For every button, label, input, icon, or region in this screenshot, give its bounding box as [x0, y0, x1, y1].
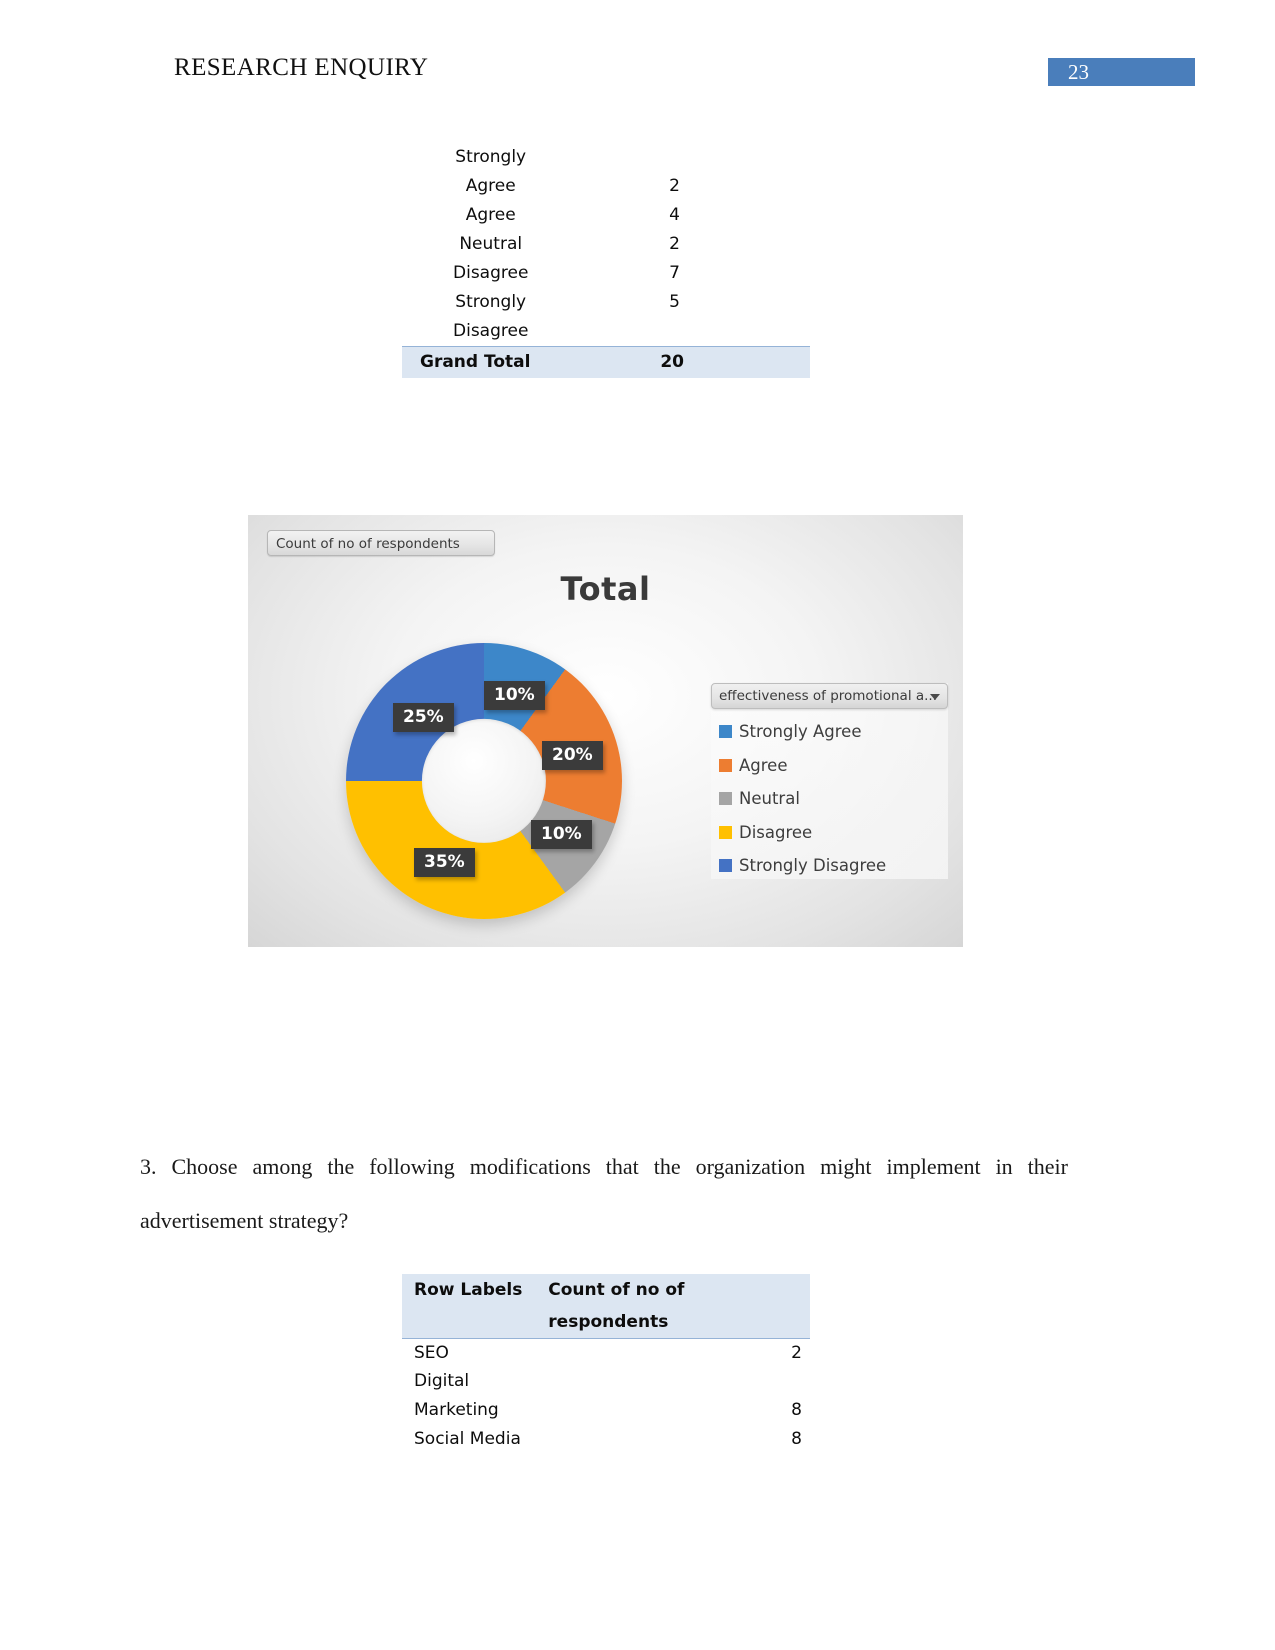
row-label: Social Media	[414, 1429, 521, 1449]
row-label-line1: Strongly	[455, 147, 527, 167]
row-value: 2	[791, 1343, 802, 1363]
legend-item[interactable]: Disagree	[719, 816, 944, 850]
legend-label: Disagree	[739, 822, 813, 842]
likert-pivot-table: Strongly Agree 2 Agree 4 Neutral 2 Disag…	[402, 143, 810, 378]
row-label-line1: Strongly	[455, 292, 527, 312]
row-label: Disagree	[453, 263, 529, 283]
page-number: 23	[1068, 60, 1089, 84]
legend-label: Strongly Disagree	[739, 856, 887, 876]
data-label-neutral: 10%	[531, 820, 592, 849]
grand-total-row: Grand Total 20	[402, 346, 810, 378]
legend-label: Neutral	[739, 789, 800, 809]
chart-value-field-button[interactable]: Count of no of respondents	[267, 530, 495, 556]
row-value: 7	[669, 263, 680, 283]
row-value-text: 5	[669, 292, 680, 312]
row-value-text: 2	[669, 176, 680, 196]
row-value-text: 8	[791, 1400, 802, 1420]
page-header: RESEARCH ENQUIRY 23	[0, 0, 1275, 110]
row-label: Agree	[465, 205, 516, 225]
question-paragraph: 3. Choose among the following modificati…	[140, 1154, 1068, 1233]
row-value-spacer	[567, 317, 680, 346]
row-value-spacer	[542, 1367, 802, 1396]
data-label-strongly-disagree: 25%	[393, 703, 454, 732]
legend-color-swatch	[719, 859, 732, 873]
data-label-agree: 20%	[542, 741, 603, 770]
table-row: SEO 2	[402, 1339, 810, 1368]
table-row: Social Media 8	[402, 1425, 810, 1453]
row-value: 5	[567, 288, 810, 347]
page-number-badge: 23	[1048, 58, 1195, 86]
table-row: Agree 4	[402, 201, 810, 230]
row-label: SEO	[414, 1343, 449, 1363]
table-row: Strongly Disagree 5	[402, 288, 810, 347]
legend-color-swatch	[719, 792, 732, 806]
legend-item[interactable]: Neutral	[719, 782, 944, 816]
data-label-strongly-agree: 10%	[484, 681, 545, 710]
legend-field-label: effectiveness of promotional a...	[719, 688, 938, 704]
data-label-disagree: 35%	[414, 848, 475, 877]
legend-label: Agree	[739, 755, 788, 775]
table-row: Disagree 7	[402, 259, 810, 288]
table-header-row: Row Labels Count of no of respondents	[402, 1274, 810, 1339]
legend-color-swatch	[719, 725, 732, 739]
legend-item[interactable]: Strongly Disagree	[719, 849, 944, 883]
legend-label: Strongly Agree	[739, 722, 862, 742]
pivot-chart[interactable]: Count of no of respondents Total 10% 20%…	[248, 515, 963, 947]
row-label-line2: Agree	[465, 176, 516, 196]
donut-hole	[421, 718, 547, 844]
row-value-spacer	[567, 143, 680, 172]
column-header-row-labels: Row Labels	[402, 1274, 543, 1339]
row-label-line2: Disagree	[453, 321, 529, 341]
legend-item-list: Strongly Agree Agree Neutral Disagree Strong…	[719, 715, 944, 883]
row-label: Strongly Agree	[402, 143, 567, 201]
column-header-count: Count of no of respondents	[542, 1274, 810, 1339]
legend-field-dropdown[interactable]: effectiveness of promotional a...	[711, 683, 948, 709]
table-row: Strongly Agree 2	[402, 143, 810, 201]
row-label: Neutral	[459, 234, 523, 254]
chart-legend: effectiveness of promotional a... Strong…	[711, 683, 948, 879]
legend-item[interactable]: Strongly Agree	[719, 715, 944, 749]
legend-color-swatch	[719, 758, 732, 772]
modifications-pivot-table: Row Labels Count of no of respondents SE…	[402, 1274, 810, 1453]
row-value: 2	[669, 234, 680, 254]
row-value: 8	[542, 1367, 810, 1425]
row-label-line2: Marketing	[414, 1400, 499, 1420]
legend-item[interactable]: Agree	[719, 749, 944, 783]
row-label: Digital Marketing	[402, 1367, 542, 1425]
grand-total-label: Grand Total	[402, 346, 568, 378]
row-value: 2	[567, 143, 810, 201]
chart-title: Total	[560, 570, 651, 608]
table-row: Digital Marketing 8	[402, 1367, 810, 1425]
legend-color-swatch	[719, 825, 732, 839]
page-title: RESEARCH ENQUIRY	[174, 54, 429, 81]
grand-total-value: 20	[567, 346, 810, 378]
row-value: 8	[791, 1429, 802, 1449]
row-value: 4	[669, 205, 680, 225]
row-label: Strongly Disagree	[402, 288, 567, 347]
table-row: Neutral 2	[402, 230, 810, 259]
chevron-down-icon	[930, 694, 940, 700]
row-label-line1: Digital	[414, 1371, 470, 1391]
